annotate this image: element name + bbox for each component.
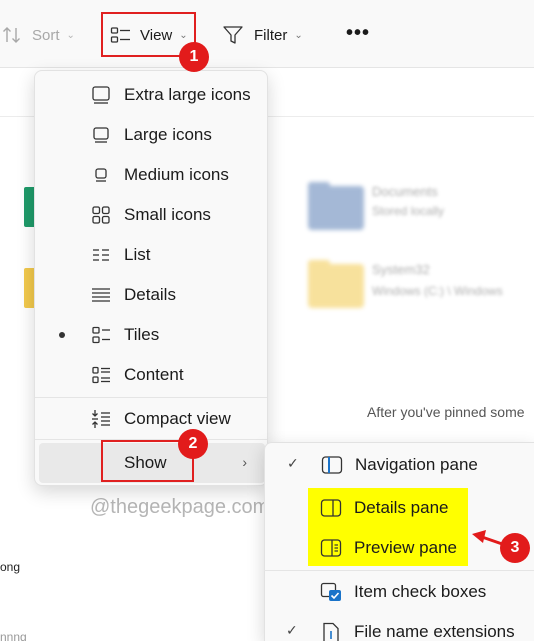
chevron-down-icon: ⌄ — [294, 29, 303, 41]
menu-item-label: Small icons — [124, 205, 211, 224]
extra-large-icons-icon — [92, 86, 110, 104]
more-icon: ••• — [346, 21, 371, 44]
menu-item-content[interactable]: Content — [39, 355, 265, 395]
menu-item-item-check-boxes[interactable]: Item check boxes — [266, 572, 532, 612]
chevron-down-icon: ⌄ — [66, 29, 75, 41]
sort-icon — [3, 27, 20, 43]
tiles-icon — [92, 326, 110, 344]
menu-item-label: File name extensions — [354, 622, 515, 641]
sort-label: Sort — [32, 26, 60, 44]
menu-item-extra-large-icons[interactable]: Extra large icons — [39, 75, 265, 115]
step-badge-1: 1 — [179, 42, 209, 72]
command-bar: Sort ⌄ View ⌄ Filter ⌄ ••• — [0, 0, 534, 68]
documents-folder-icon — [306, 180, 366, 239]
navigation-pane-icon — [321, 456, 343, 474]
menu-item-details-pane[interactable]: Details pane — [266, 488, 532, 528]
menu-item-compact-view[interactable]: Compact view — [39, 399, 265, 439]
menu-item-label: Content — [124, 365, 184, 384]
menu-item-label: Extra large icons — [124, 85, 251, 104]
view-menu: Extra large icons Large icons Medium ico… — [34, 70, 268, 486]
menu-item-large-icons[interactable]: Large icons — [39, 115, 265, 155]
watermark: @thegeekpage.com — [90, 496, 270, 518]
quick-access-subtitle: Stored locally — [372, 204, 445, 218]
menu-item-label: Item check boxes — [354, 582, 487, 601]
step-badge-2: 2 — [178, 429, 208, 459]
list-icon — [93, 249, 109, 261]
medium-icons-icon — [95, 168, 107, 182]
details-pane-icon — [320, 499, 342, 517]
checkmark-icon: ✓ — [287, 455, 299, 471]
preview-pane-icon — [320, 539, 342, 557]
small-icons-icon — [92, 206, 110, 224]
quick-access-title: System32 — [372, 262, 430, 277]
menu-item-label: Navigation pane — [355, 455, 478, 474]
item-check-boxes-icon — [320, 582, 341, 601]
menu-item-label: List — [124, 245, 151, 264]
details-icon — [92, 288, 110, 302]
truncated-text: ong — [0, 560, 21, 574]
truncated-text: nnng — [0, 630, 27, 641]
step-badge-3: 3 — [500, 533, 530, 563]
menu-separator — [264, 570, 534, 571]
menu-item-list[interactable]: List — [39, 235, 265, 275]
menu-separator — [35, 397, 267, 398]
menu-item-details[interactable]: Details — [39, 275, 265, 315]
filter-label: Filter — [254, 26, 288, 44]
menu-item-label: Compact view — [124, 409, 231, 428]
filter-icon — [223, 26, 243, 44]
menu-item-label: Details — [124, 285, 176, 304]
menu-item-medium-icons[interactable]: Medium icons — [39, 155, 265, 195]
menu-item-label: Details pane — [354, 498, 449, 517]
see-more-button[interactable]: ••• — [346, 20, 370, 46]
menu-item-label: Medium icons — [124, 165, 229, 184]
sort-button[interactable]: Sort ⌄ — [2, 22, 75, 48]
menu-item-label: Large icons — [124, 125, 212, 144]
content-icon — [92, 366, 110, 384]
compact-view-icon — [92, 410, 110, 428]
menu-item-label: Preview pane — [354, 538, 458, 557]
checkmark-icon: ✓ — [286, 622, 298, 638]
selected-bullet-icon — [59, 332, 65, 338]
chevron-right-icon: › — [242, 454, 247, 470]
quick-access-subtitle: Windows (C:) \ Windows — [372, 284, 503, 298]
file-name-extensions-icon — [323, 622, 339, 641]
system-folder-icon — [306, 258, 366, 317]
large-icons-icon — [93, 127, 109, 143]
menu-item-file-name-extensions[interactable]: ✓ File name extensions — [266, 612, 532, 641]
pinned-hint-text: After you've pinned some — [367, 404, 525, 420]
quick-access-title: Documents — [372, 184, 438, 199]
filter-button[interactable]: Filter ⌄ — [222, 22, 303, 48]
menu-item-label: Tiles — [124, 325, 160, 344]
menu-item-navigation-pane[interactable]: ✓ Navigation pane — [267, 445, 533, 485]
menu-item-small-icons[interactable]: Small icons — [39, 195, 265, 235]
menu-item-tiles[interactable]: Tiles — [39, 315, 265, 355]
